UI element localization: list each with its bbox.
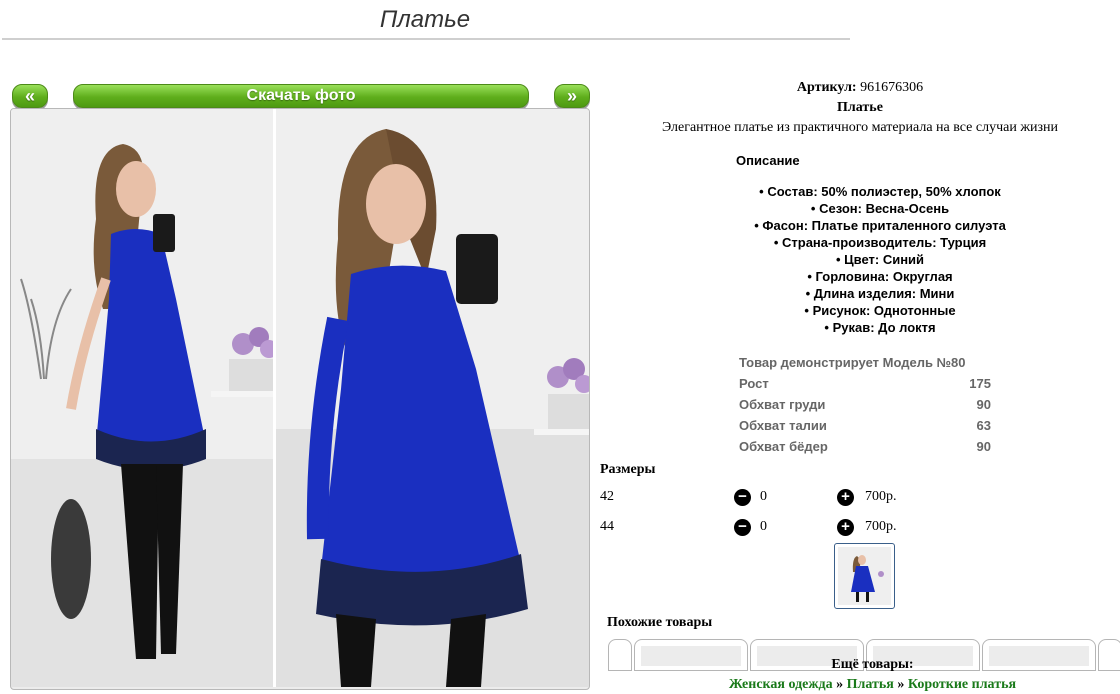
- bullet: •: [773, 235, 779, 250]
- sku-value: 961676306: [860, 80, 924, 95]
- bullet: •: [759, 184, 764, 199]
- product-thumbnail[interactable]: [834, 543, 895, 609]
- feature-list: • Состав: 50% полиэстер, 50% хлопок • Се…: [600, 183, 1120, 336]
- breadcrumb-separator: »: [836, 677, 844, 692]
- similar-products-heading: Похожие товары: [607, 615, 713, 630]
- bullet: •: [824, 320, 829, 335]
- model-row: Обхват груди 90: [739, 397, 991, 412]
- description-heading: Описание: [736, 153, 800, 168]
- breadcrumb-link-dresses[interactable]: Платья: [847, 677, 894, 692]
- breadcrumb-separator: »: [897, 677, 905, 692]
- minus-circle-icon[interactable]: −: [734, 519, 751, 536]
- size-row: 44 − 0 + 700р.: [600, 519, 1120, 541]
- plus-circle-icon[interactable]: +: [837, 489, 854, 506]
- breadcrumb-link-womens-clothing[interactable]: Женская одежда: [729, 677, 833, 692]
- model-row: Обхват талии 63: [739, 418, 991, 433]
- feature-item: • Состав: 50% полиэстер, 50% хлопок: [759, 184, 1001, 199]
- product-name: Платье: [837, 100, 883, 115]
- feature-item: • Горловина: Округлая: [807, 269, 953, 284]
- product-photo-left[interactable]: [11, 109, 273, 687]
- bullet: •: [810, 201, 816, 216]
- model-heading: Товар демонстрирует Модель №80: [739, 355, 966, 370]
- price-value: 700р.: [865, 519, 897, 534]
- plus-circle-icon[interactable]: +: [837, 519, 854, 536]
- size-label: 44: [600, 519, 614, 534]
- feature-item: • Длина изделия: Мини: [805, 286, 955, 301]
- download-photo-button[interactable]: Скачать фото: [73, 84, 529, 108]
- sizes-heading: Размеры: [600, 462, 656, 477]
- next-photo-button[interactable]: »: [554, 84, 590, 108]
- price-value: 700р.: [865, 489, 897, 504]
- breadcrumb-link-short-dresses[interactable]: Короткие платья: [908, 677, 1016, 692]
- bullet: •: [807, 269, 812, 284]
- more-products-label: Ещё товары:: [831, 657, 914, 672]
- title-divider: [2, 38, 850, 40]
- bullet: •: [754, 218, 759, 233]
- size-label: 42: [600, 489, 614, 504]
- feature-item: • Цвет: Синий: [835, 252, 925, 267]
- size-row: 42 − 0 + 700р.: [600, 489, 1120, 511]
- product-photo-right[interactable]: [276, 109, 589, 687]
- sku-label: Артикул:: [796, 80, 857, 95]
- feature-item: • Фасон: Платье приталенного силуэта: [754, 218, 1006, 233]
- product-short-description: Элегантное платье из практичного материа…: [661, 120, 1059, 135]
- model-row: Рост 175: [739, 376, 991, 391]
- bullet: •: [835, 252, 841, 267]
- product-photo-gallery[interactable]: [10, 108, 590, 690]
- quantity-value: 0: [760, 489, 767, 504]
- bullet: •: [804, 303, 809, 318]
- feature-item: • Рукав: До локтя: [824, 320, 936, 335]
- breadcrumb: Женская одежда » Платья » Короткие плать…: [600, 677, 1120, 693]
- quantity-value: 0: [760, 519, 767, 534]
- prev-photo-button[interactable]: «: [12, 84, 48, 108]
- sku-row: Артикул: 961676306: [600, 80, 1120, 96]
- model-row: Обхват бёдер 90: [739, 439, 991, 454]
- feature-item: • Рисунок: Однотонные: [804, 303, 956, 318]
- bullet: •: [805, 286, 811, 301]
- page-title: Платье: [379, 6, 471, 33]
- minus-circle-icon[interactable]: −: [734, 489, 751, 506]
- model-measurements: Товар демонстрирует Модель №80 Рост 175 О…: [739, 352, 991, 457]
- feature-item: • Страна-производитель: Турция: [773, 235, 987, 250]
- feature-item: • Сезон: Весна-Осень: [810, 201, 950, 216]
